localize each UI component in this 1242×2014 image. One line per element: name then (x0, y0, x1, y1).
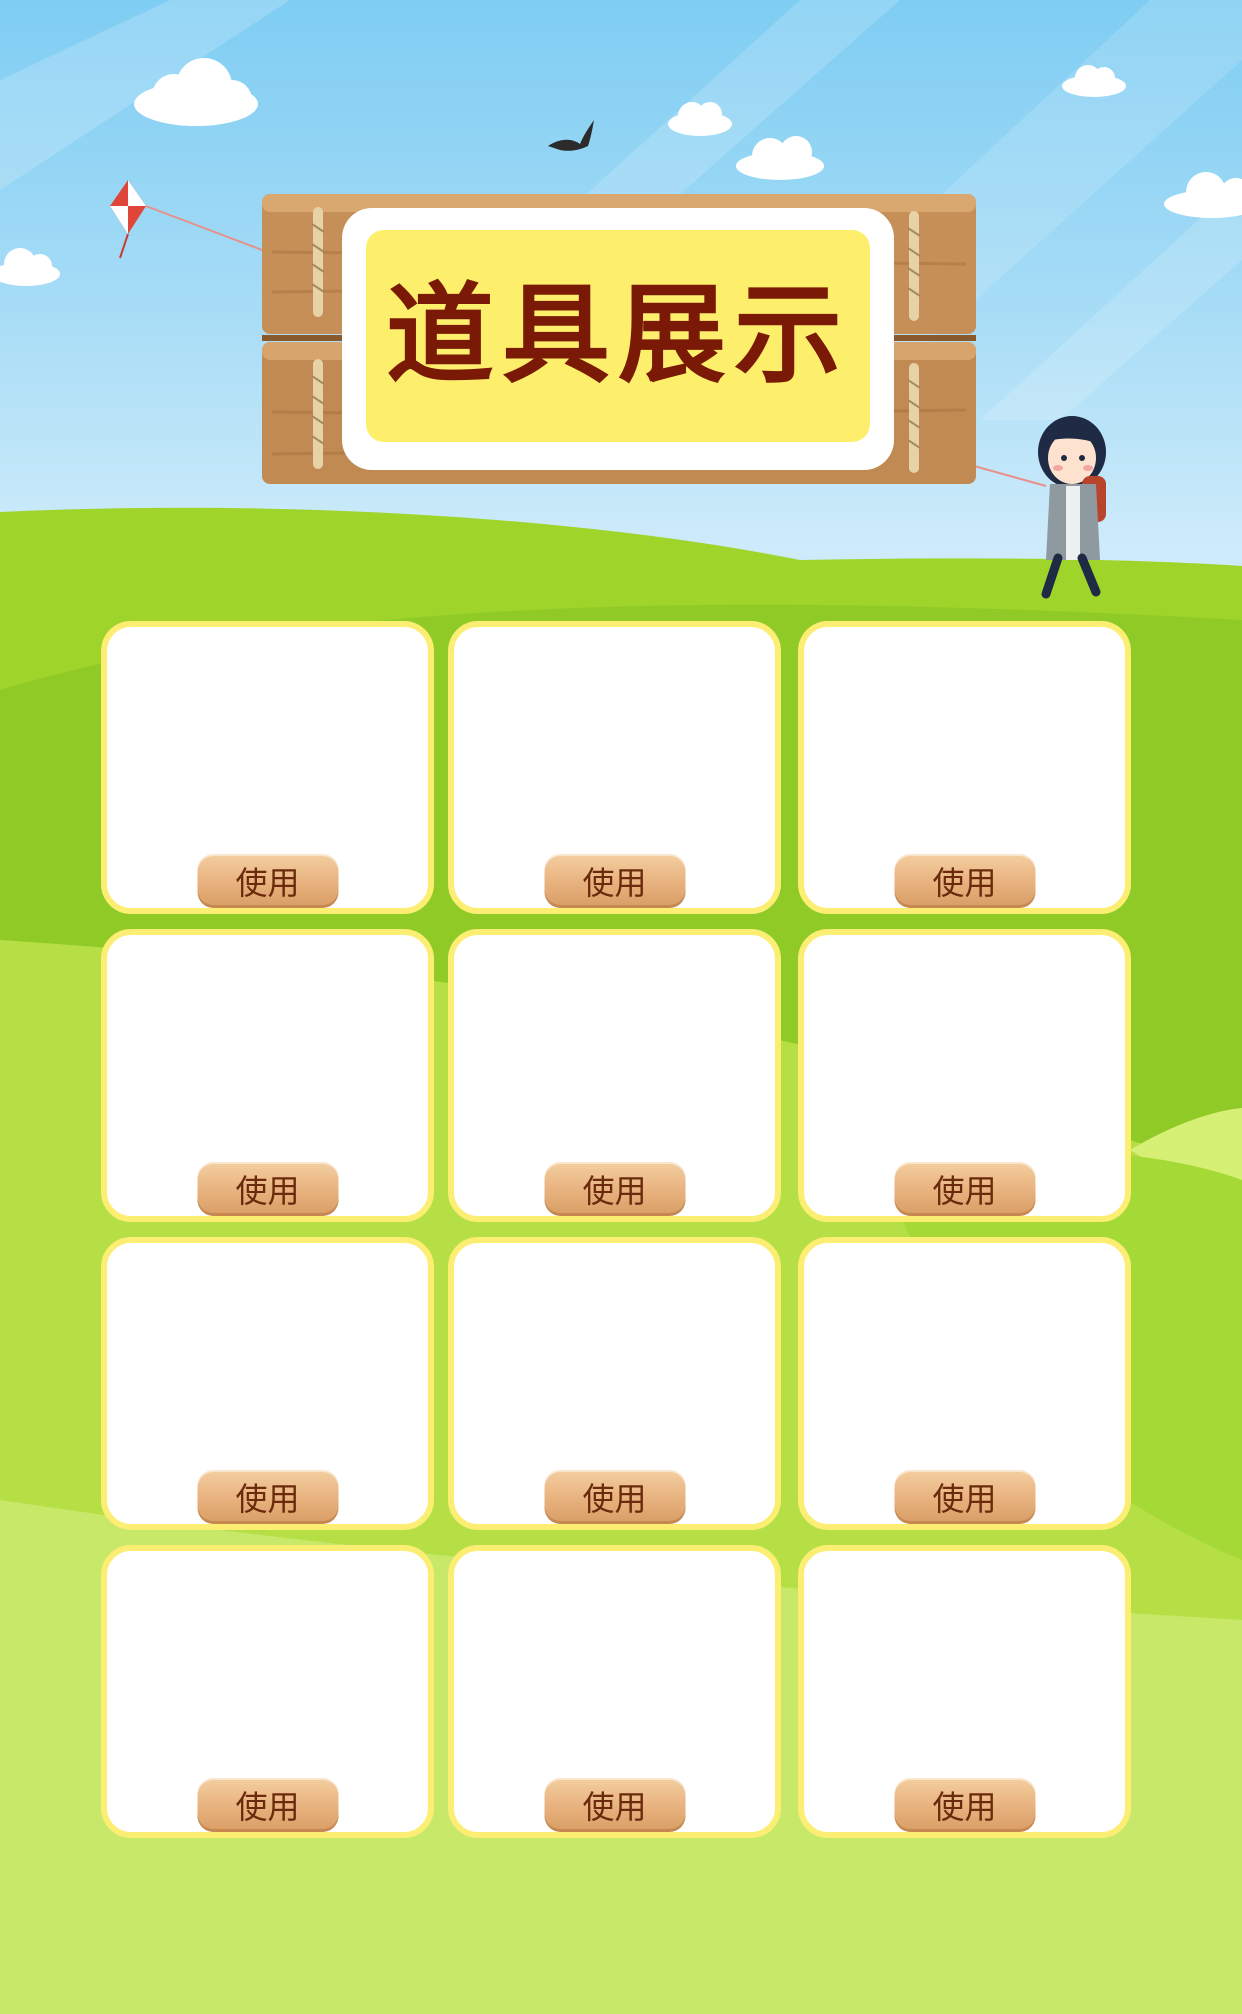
item-slot: 使用 (101, 1545, 434, 1838)
title-sign: 道具展示 (262, 192, 976, 488)
use-item-button[interactable]: 使用 (894, 854, 1035, 908)
item-slot: 使用 (101, 1237, 434, 1530)
use-item-button[interactable]: 使用 (197, 1470, 338, 1524)
use-item-button[interactable]: 使用 (197, 1162, 338, 1216)
item-slot: 使用 (101, 929, 434, 1222)
use-item-button[interactable]: 使用 (544, 854, 685, 908)
use-item-button[interactable]: 使用 (544, 1162, 685, 1216)
use-item-button[interactable]: 使用 (894, 1470, 1035, 1524)
item-slot: 使用 (448, 621, 781, 914)
kite-icon (110, 180, 263, 259)
item-slot: 使用 (798, 1237, 1131, 1530)
item-slot: 使用 (798, 1545, 1131, 1838)
item-slot: 使用 (448, 929, 781, 1222)
item-grid: 使用 使用 使用 使用 使用 使用 使用 使用 使用 使用 使用 使用 (101, 621, 1131, 1841)
use-item-button[interactable]: 使用 (544, 1778, 685, 1832)
use-item-button[interactable]: 使用 (894, 1162, 1035, 1216)
game-scene: 道具展示 使用 使用 使用 使用 使用 使用 使用 使用 使用 使用 使用 使用 (0, 0, 1242, 2014)
title-plate: 道具展示 (342, 208, 894, 470)
cloud-icon (1164, 172, 1242, 218)
item-slot: 使用 (448, 1237, 781, 1530)
girl-character-icon (1038, 416, 1106, 599)
use-item-button[interactable]: 使用 (894, 1778, 1035, 1832)
item-slot: 使用 (798, 621, 1131, 914)
use-item-button[interactable]: 使用 (197, 1778, 338, 1832)
item-slot: 使用 (798, 929, 1131, 1222)
use-item-button[interactable]: 使用 (544, 1470, 685, 1524)
use-item-button[interactable]: 使用 (197, 854, 338, 908)
page-title: 道具展示 (385, 273, 850, 398)
cloud-icon (0, 248, 60, 286)
title-plate-inner: 道具展示 (366, 230, 870, 442)
item-slot: 使用 (101, 621, 434, 914)
swallow-bird-icon (548, 120, 594, 151)
cloud-icon (736, 136, 824, 180)
item-slot: 使用 (448, 1545, 781, 1838)
